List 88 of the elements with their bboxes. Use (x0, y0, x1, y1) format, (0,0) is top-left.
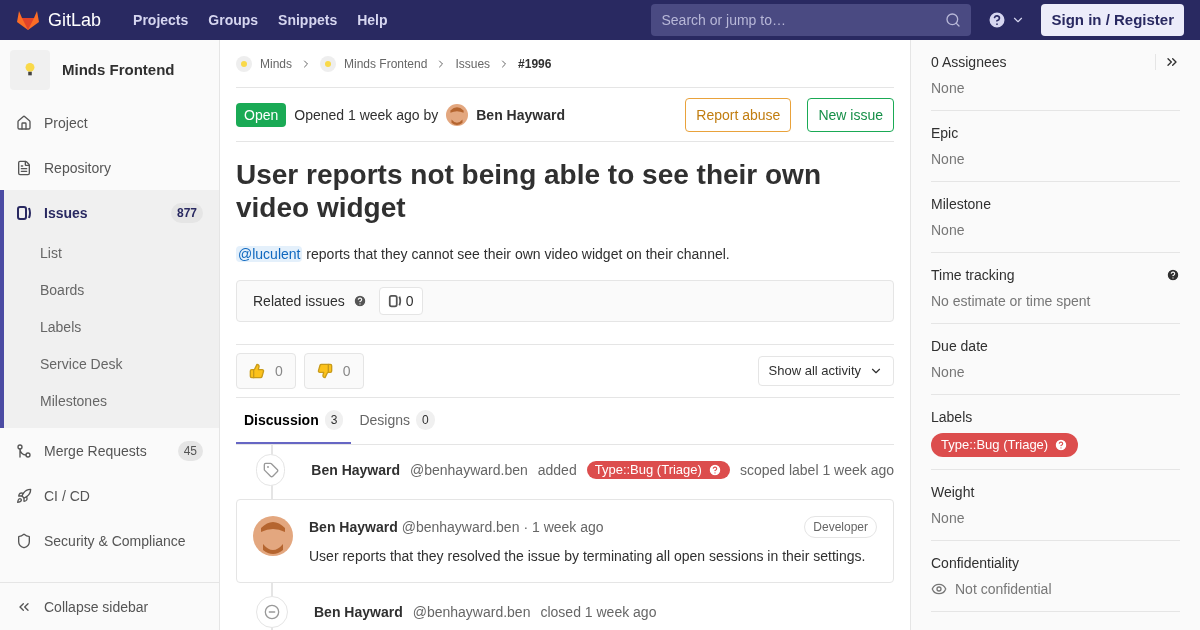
file-icon (16, 159, 32, 176)
sidebar-subitem[interactable]: Boards (4, 272, 219, 309)
sidebar-subitem[interactable]: Service Desk (4, 346, 219, 383)
sign-in-button[interactable]: Sign in / Register (1041, 4, 1184, 36)
section-title: Due date (931, 337, 988, 356)
section-title: Milestone (931, 195, 991, 214)
section-value: No estimate or time spent (931, 292, 1092, 311)
help-icon (352, 294, 367, 308)
section-value: None (931, 221, 966, 240)
issues-icon (16, 204, 32, 221)
sidebar-item[interactable]: Repository (4, 145, 219, 190)
author-handle[interactable]: @benhayward.ben (410, 460, 528, 480)
related-issues-title: Related issues (253, 292, 345, 311)
section-value: None (931, 363, 966, 382)
project-name[interactable]: Minds Frontend (62, 58, 175, 82)
lightbulb-icon (24, 62, 36, 78)
activity-filter-dropdown[interactable]: Show all activity (757, 356, 894, 386)
issue-title: User reports not being able to see their own video widget (236, 158, 822, 224)
author-name[interactable]: Ben Hayward (311, 460, 400, 480)
label-tag[interactable]: Type::Bug (Triage) (931, 433, 1079, 457)
section-title: Weight (931, 482, 975, 502)
collapse-sidebar-button[interactable]: Collapse sidebar (0, 582, 219, 630)
section-title: Labels (931, 408, 973, 427)
help-icon (1054, 437, 1069, 452)
note-action: closed 1 week ago (540, 603, 657, 622)
nav-link[interactable]: Snippets (278, 10, 338, 30)
count-badge: 3 (324, 410, 344, 430)
thumbs-down-button[interactable]: 0 (303, 353, 364, 389)
brand-name[interactable]: GitLab (48, 6, 102, 34)
avatar (253, 516, 293, 556)
author-name[interactable]: Ben Hayward (314, 602, 403, 622)
breadcrumb-link[interactable]: Issues (455, 55, 491, 72)
search-field[interactable]: Search or jump to… (651, 4, 972, 36)
opened-text: Opened 1 week ago by (294, 105, 439, 125)
avatar (446, 103, 469, 126)
sidebar-item[interactable]: Issues 877 (4, 190, 219, 235)
section-title: 0 Assignees (931, 53, 1007, 72)
nav-link[interactable]: Help (357, 10, 388, 30)
count-badge: 45 (177, 440, 203, 461)
sidebar-item[interactable]: Security & Compliance (4, 518, 219, 563)
search-icon (945, 12, 962, 28)
note-action: scoped label 1 week ago (739, 461, 894, 480)
nav-link[interactable]: Groups (208, 10, 259, 30)
thumbs-up-icon (249, 363, 265, 379)
section-title: Epic (931, 124, 959, 143)
section-title: Time tracking (931, 266, 1015, 285)
note-action: added (537, 461, 577, 480)
issues-icon (387, 294, 402, 308)
shield-icon (16, 532, 32, 549)
merge-icon (16, 442, 32, 459)
help-icon (987, 10, 1008, 30)
sidebar-item[interactable]: Project (4, 100, 219, 145)
label-tag[interactable]: Type::Bug (Triage) (586, 461, 730, 479)
tab[interactable]: Discussion 3 (236, 398, 352, 444)
count-badge: 877 (170, 202, 203, 223)
help-icon (707, 463, 722, 477)
mention-link[interactable]: @luculent (236, 246, 303, 262)
sidebar-subitem[interactable]: Labels (4, 309, 219, 346)
author-link[interactable]: Ben Hayward (476, 104, 565, 125)
help-icon[interactable] (1166, 268, 1180, 282)
section-value: None (931, 150, 966, 169)
nav-link[interactable]: Projects (133, 10, 189, 30)
breadcrumb-link[interactable]: #1996 (518, 55, 552, 72)
comment-text: User reports that they resolved the issue by terminating all open sessions in their settings. (309, 547, 867, 566)
sidebar-item[interactable]: CI / CD (4, 473, 219, 518)
section-value: None (931, 508, 966, 528)
author-handle[interactable]: @benhayward.ben (401, 517, 520, 537)
section-title: Confidentiality (931, 553, 1019, 573)
home-icon (16, 114, 32, 131)
note-time: · 1 week ago (523, 518, 604, 537)
sidebar-subitem[interactable]: Milestones (4, 383, 219, 420)
rocket-icon (16, 487, 32, 504)
author-name[interactable]: Ben Hayward (309, 517, 398, 537)
status-badge: Open (236, 102, 287, 127)
sidebar-subitem[interactable]: List (4, 235, 219, 272)
tab[interactable]: Designs 0 (351, 398, 443, 444)
breadcrumb-link[interactable]: Minds (260, 55, 292, 72)
count-badge: 0 (416, 410, 435, 430)
thumbs-down-icon (316, 363, 333, 379)
sidebar-item[interactable]: Merge Requests 45 (4, 428, 219, 473)
new-issue-button[interactable]: New issue (807, 97, 894, 132)
breadcrumb-link[interactable]: Minds Frontend (344, 55, 428, 72)
description-text: reports that they cannot see their own video widget on their channel. (306, 246, 730, 262)
author-handle[interactable]: @benhayward.ben (412, 602, 531, 622)
thumbs-up-button[interactable]: 0 (236, 353, 296, 389)
section-value: None (931, 79, 966, 98)
related-count-badge: 0 (378, 287, 423, 315)
section-value: Not confidential (955, 579, 1052, 599)
